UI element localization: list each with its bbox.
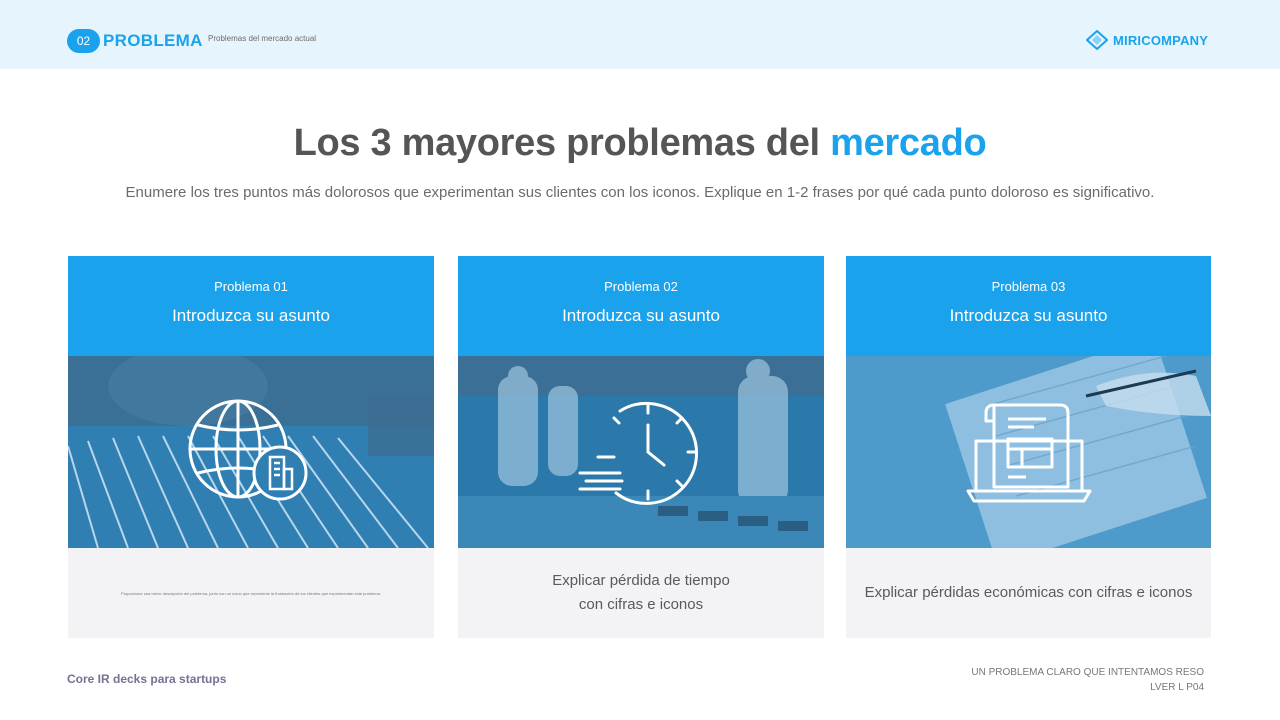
footer-note-line: LVER L P04 — [1150, 682, 1204, 693]
problem-description: Explicar pérdida de tiempo con cifras e … — [540, 569, 742, 617]
brand-logo: MIRICOMPANY — [1086, 30, 1208, 50]
problem-card-header: Problema 02 Introduzca su asunto — [458, 256, 824, 356]
document-laptop-icon — [966, 403, 1091, 503]
problem-image — [458, 356, 824, 548]
problem-description: Proporcione una breve descripción del pr… — [121, 590, 381, 596]
problem-card-3: Problema 03 Introduzca su asunto Explica… — [846, 256, 1211, 638]
brand-name: MIRICOMPANY — [1113, 32, 1209, 48]
problem-card-header: Problema 03 Introduzca su asunto — [846, 256, 1211, 356]
fast-clock-icon — [578, 401, 699, 505]
header-bar: 02 PROBLEMA Problemas del mercado actual… — [0, 0, 1280, 69]
problem-title: Introduzca su asunto — [949, 306, 1108, 325]
diamond-logo-icon — [1086, 30, 1108, 50]
section-title: PROBLEMA — [103, 31, 203, 50]
problem-description-box: Proporcione una breve descripción del pr… — [68, 548, 434, 638]
page-subtitle: Enumere los tres puntos más dolorosos qu… — [125, 184, 1155, 201]
problem-card-1: Problema 01 Introduzca su asunto Proporc… — [68, 256, 434, 638]
problem-title: Introduzca su asunto — [562, 306, 720, 325]
page-title-main: Los 3 mayores problemas del — [293, 122, 821, 164]
footer-note-line: UN PROBLEMA CLARO QUE INTENTAMOS RESO — [971, 667, 1204, 678]
problem-description-box: Explicar pérdida de tiempo con cifras e … — [458, 548, 824, 638]
footer-page-note: UN PROBLEMA CLARO QUE INTENTAMOS RESO LV… — [944, 665, 1204, 695]
problem-description-box: Explicar pérdidas económicas con cifras … — [846, 548, 1211, 638]
problem-number: Problema 01 — [214, 279, 288, 294]
problem-description-line: con cifras e iconos — [578, 596, 704, 613]
problem-number: Problema 03 — [991, 279, 1066, 294]
problem-description-line: Explicar pérdida de tiempo — [552, 572, 730, 589]
problem-card-2: Problema 02 Introduzca su asunto Explica… — [458, 256, 824, 638]
footer-deck-name: Core IR decks para startups — [67, 672, 227, 686]
section-subtitle: Problemas del mercado actual — [208, 34, 317, 43]
page-title: Los 3 mayores problemas del mercado — [0, 122, 1280, 165]
page-title-accent: mercado — [830, 122, 987, 164]
problem-image — [846, 356, 1211, 548]
globe-building-icon — [188, 399, 308, 501]
problem-image — [68, 356, 434, 548]
section-number-badge: 02 — [67, 29, 100, 53]
problem-number: Problema 02 — [604, 279, 678, 294]
problem-title: Introduzca su asunto — [172, 306, 330, 325]
problem-description: Explicar pérdidas económicas con cifras … — [864, 584, 1193, 601]
problem-card-header: Problema 01 Introduzca su asunto — [68, 256, 434, 356]
